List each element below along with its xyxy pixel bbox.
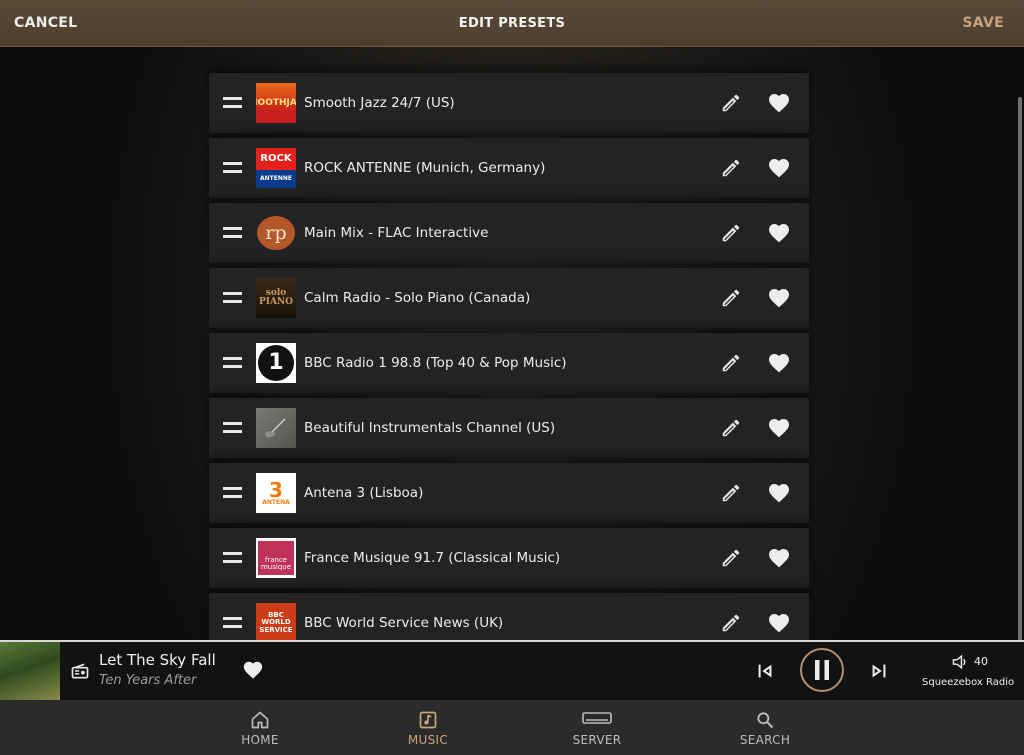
drag-handle-icon[interactable] [223, 357, 242, 368]
presets-list-area[interactable]: SMOOTHJAZZ Smooth Jazz 24/7 (US) ROCK AN… [0, 47, 1024, 640]
station-logo-text: ROCK [256, 148, 296, 170]
nav-server-label: SERVER [572, 733, 622, 747]
station-logo-text: 1 [258, 345, 294, 381]
preset-row: 1 BBC Radio 1 98.8 (Top 40 & Pop Music) [209, 333, 809, 393]
now-playing-bar[interactable]: Let The Sky Fall Ten Years After 40 Sque… [0, 640, 1024, 700]
station-logo-subtext: ANTENNE [256, 170, 296, 188]
preset-label: Smooth Jazz 24/7 (US) [304, 95, 455, 111]
edit-pencil-icon[interactable] [720, 417, 742, 439]
preset-label: Main Mix - FLAC Interactive [304, 225, 489, 241]
preset-label: Antena 3 (Lisboa) [304, 485, 424, 501]
save-button[interactable]: SAVE [962, 0, 1004, 47]
search-icon [757, 712, 774, 729]
drag-handle-icon[interactable] [223, 487, 242, 498]
player-name[interactable]: Squeezebox Radio [922, 677, 1014, 688]
page-title: EDIT PRESETS [458, 16, 566, 31]
preset-label: BBC World Service News (UK) [304, 615, 504, 631]
nav-search[interactable]: SEARCH [710, 700, 820, 755]
cancel-button[interactable]: CANCEL [14, 0, 77, 47]
scrollbar[interactable] [1018, 97, 1022, 640]
heart-icon[interactable] [767, 221, 791, 245]
station-logo-text: SMOOTHJAZZ [256, 97, 296, 108]
preset-row: BBC WORLD SERVICE BBC World Service News… [209, 593, 809, 640]
preset-label: France Musique 91.7 (Classical Music) [304, 550, 561, 566]
heart-icon[interactable] [242, 659, 264, 681]
preset-label: BBC Radio 1 98.8 (Top 40 & Pop Music) [304, 355, 567, 371]
station-logo-text: BBC WORLD SERVICE [259, 610, 293, 634]
pause-button[interactable] [800, 648, 844, 692]
station-logo-text: 3 [269, 478, 283, 502]
station-logo: 3 ANTENA [256, 473, 296, 513]
station-logo: ROCK ANTENNE [256, 148, 296, 188]
preset-row: ROCK ANTENNE ROCK ANTENNE (Munich, Germa… [209, 138, 809, 198]
preset-row: rp Main Mix - FLAC Interactive [209, 203, 809, 263]
heart-icon[interactable] [767, 481, 791, 505]
station-logo-text: france musique [258, 541, 294, 575]
preset-label: Beautiful Instrumentals Channel (US) [304, 420, 556, 436]
station-logo: BBC WORLD SERVICE [256, 603, 296, 640]
drag-handle-icon[interactable] [223, 227, 242, 238]
home-icon [251, 711, 269, 729]
station-logo-text: rp [257, 216, 295, 250]
heart-icon[interactable] [767, 351, 791, 375]
drag-handle-icon[interactable] [223, 552, 242, 563]
preset-row: Beautiful Instrumentals Channel (US) [209, 398, 809, 458]
station-logo: solo PIANO [256, 278, 296, 318]
presets-list: SMOOTHJAZZ Smooth Jazz 24/7 (US) ROCK AN… [209, 73, 809, 640]
preset-row: 3 ANTENA Antena 3 (Lisboa) [209, 463, 809, 523]
volume-level: 40 [974, 655, 988, 668]
preset-label: Calm Radio - Solo Piano (Canada) [304, 290, 531, 306]
preset-label: ROCK ANTENNE (Munich, Germany) [304, 160, 546, 176]
heart-icon[interactable] [767, 611, 791, 635]
previous-track-icon[interactable] [754, 660, 776, 682]
heart-icon[interactable] [767, 156, 791, 180]
nav-home[interactable]: HOME [205, 700, 315, 755]
drag-handle-icon[interactable] [223, 422, 242, 433]
guitar-icon [265, 418, 286, 438]
drag-handle-icon[interactable] [223, 97, 242, 108]
pause-icon [815, 660, 829, 680]
bottom-nav: HOME MUSIC SERVER SEARCH [0, 700, 1024, 755]
next-track-icon[interactable] [868, 660, 890, 682]
radio-icon [71, 663, 89, 679]
volume-icon[interactable] [951, 654, 969, 670]
track-artist[interactable]: Ten Years After [99, 673, 196, 688]
preset-row: france musique France Musique 91.7 (Clas… [209, 528, 809, 588]
preset-row: solo PIANO Calm Radio - Solo Piano (Cana… [209, 268, 809, 328]
nav-music-label: MUSIC [407, 733, 449, 747]
edit-pencil-icon[interactable] [720, 222, 742, 244]
nav-music[interactable]: MUSIC [373, 700, 483, 755]
server-icon [582, 712, 612, 724]
station-logo: rp [256, 213, 296, 253]
station-logo: 1 [256, 343, 296, 383]
heart-icon[interactable] [767, 286, 791, 310]
heart-icon[interactable] [767, 416, 791, 440]
edit-pencil-icon[interactable] [720, 547, 742, 569]
station-logo [256, 408, 296, 448]
drag-handle-icon[interactable] [223, 162, 242, 173]
drag-handle-icon[interactable] [223, 617, 242, 628]
nav-search-label: SEARCH [739, 733, 791, 747]
edit-pencil-icon[interactable] [720, 92, 742, 114]
top-bar: EDIT PRESETS CANCEL SAVE [0, 0, 1024, 47]
station-logo-text: solo PIANO [258, 288, 294, 307]
heart-icon[interactable] [767, 91, 791, 115]
edit-pencil-icon[interactable] [720, 157, 742, 179]
edit-pencil-icon[interactable] [720, 352, 742, 374]
preset-row: SMOOTHJAZZ Smooth Jazz 24/7 (US) [209, 73, 809, 133]
edit-pencil-icon[interactable] [720, 482, 742, 504]
station-logo: SMOOTHJAZZ [256, 83, 296, 123]
edit-pencil-icon[interactable] [720, 612, 742, 634]
station-logo-subtext: ANTENA [262, 499, 290, 506]
station-logo: france musique [256, 538, 296, 578]
heart-icon[interactable] [767, 546, 791, 570]
album-art[interactable] [0, 642, 60, 700]
edit-pencil-icon[interactable] [720, 287, 742, 309]
nav-home-label: HOME [241, 733, 279, 747]
drag-handle-icon[interactable] [223, 292, 242, 303]
track-title[interactable]: Let The Sky Fall [99, 651, 216, 669]
nav-server[interactable]: SERVER [542, 700, 652, 755]
music-icon [419, 711, 437, 729]
